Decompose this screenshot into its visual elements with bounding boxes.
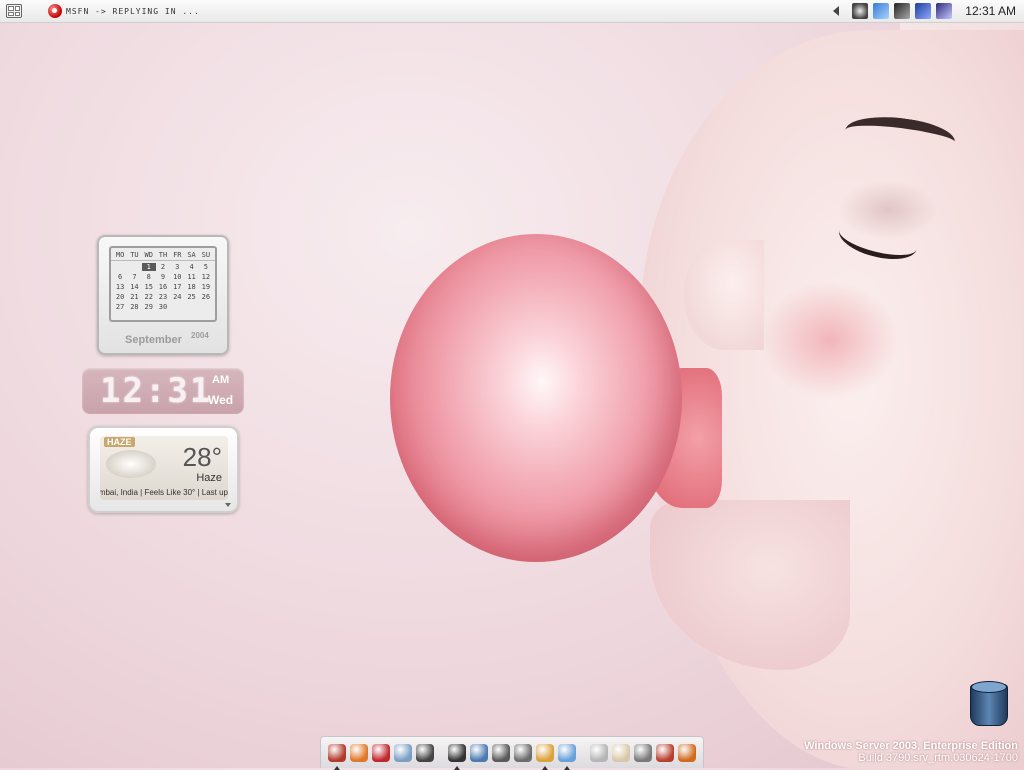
digital-clock-time: 12:31 (100, 371, 213, 411)
network-icon[interactable] (873, 3, 890, 19)
calendar-day[interactable]: 21 (127, 293, 141, 301)
weather-ticker: mbai, India | Feels Like 30° | Last up (100, 488, 228, 497)
calendar-day[interactable]: 7 (127, 273, 141, 281)
messenger-icon[interactable] (894, 3, 911, 19)
tools-icon[interactable] (634, 743, 652, 762)
recycle-bin-icon[interactable] (970, 681, 1008, 726)
calendar-weekday: SU (201, 251, 211, 259)
calendar-icon[interactable] (590, 743, 608, 762)
calendar-weekday: WD (144, 251, 153, 259)
calendar-month: September (125, 334, 182, 346)
calendar-widget[interactable]: MO TU WD TH FR SA SU 1 2 3 4 5 6 7 8 9 10 11 12 13 14 15 16 17… (97, 235, 229, 355)
calendar-day (113, 263, 127, 271)
haze-cloud-icon (106, 450, 156, 478)
wallpaper-nose (684, 240, 764, 350)
speaker-icon[interactable] (448, 743, 466, 770)
network-places-icon[interactable] (470, 743, 488, 762)
calendar-day[interactable]: 24 (170, 293, 184, 301)
media-reels-icon[interactable] (416, 743, 434, 762)
weather-options-caret-icon[interactable] (225, 503, 231, 507)
calendar-day[interactable]: 6 (113, 273, 127, 281)
calendar-day[interactable]: 2 (156, 263, 170, 271)
scroll-icon[interactable] (612, 743, 630, 762)
calendar-weekday-row: MO TU WD TH FR SA SU (111, 248, 215, 261)
calendar-day (184, 303, 198, 311)
calendar-day[interactable]: 27 (113, 303, 127, 311)
opera-icon (48, 4, 62, 18)
system-tray: 12:31 AM (833, 3, 1024, 19)
os-build: Build 3790.srv_rtm.030624-1700 (858, 752, 1018, 764)
snowman-icon[interactable] (558, 743, 576, 770)
folder-camera-icon[interactable] (492, 743, 510, 762)
weather-condition: Haze (196, 472, 222, 484)
firefox-icon[interactable] (350, 743, 368, 762)
os-edition: Windows Server 2003, Enterprise Edition (804, 740, 1018, 752)
calendar-day[interactable]: 11 (184, 273, 198, 281)
calendar-weekday: FR (173, 251, 182, 259)
calendar-weekday: TU (130, 251, 139, 259)
digital-clock-day: Wed (208, 393, 234, 407)
calendar-day[interactable]: 20 (113, 293, 127, 301)
wallpaper-chin (650, 500, 850, 670)
calendar-day[interactable]: 9 (156, 273, 170, 281)
calendar-day[interactable]: 12 (199, 273, 213, 281)
calendar-day[interactable]: 29 (142, 303, 156, 311)
taskbar-clock[interactable]: 12:31 AM (965, 4, 1016, 18)
display-icon[interactable] (915, 3, 932, 19)
tray-expand-arrow-icon[interactable] (833, 6, 840, 16)
calendar-day (170, 303, 184, 311)
top-taskbar: MSFN -> REPLYING IN ... 12:31 AM (0, 0, 1024, 23)
calendar-day[interactable]: 4 (184, 263, 198, 271)
calendar-day[interactable]: 3 (170, 263, 184, 271)
tools-icon[interactable] (936, 3, 953, 19)
wallpaper-cheek (760, 280, 900, 400)
digital-clock-ampm: AM (212, 374, 230, 386)
calendar-day (127, 263, 141, 271)
weather-panel: HAZE 28° Haze mbai, India | Feels Like 3… (100, 436, 228, 500)
calendar-day[interactable]: 30 (156, 303, 170, 311)
task-label: MSFN -> REPLYING IN ... (66, 6, 200, 16)
calendar-day (199, 303, 213, 311)
calendar-day[interactable]: 26 (199, 293, 213, 301)
calendar-day[interactable]: 14 (127, 283, 141, 291)
weather-widget[interactable]: HAZE 28° Haze mbai, India | Feels Like 3… (88, 426, 239, 513)
digital-clock-widget[interactable]: 12:31 AM Wed (82, 368, 244, 414)
taskbar-task-button[interactable]: MSFN -> REPLYING IN ... (48, 4, 200, 18)
flame-orb-icon[interactable] (678, 743, 696, 762)
alien-icon[interactable] (852, 3, 869, 19)
start-menu-button[interactable] (6, 4, 22, 18)
calendar-weekday: TH (158, 251, 168, 259)
os-version-watermark: Windows Server 2003, Enterprise Edition … (804, 740, 1018, 764)
calendar-day[interactable]: 1 (141, 263, 156, 271)
weather-temperature: 28° (182, 442, 222, 472)
firefox-orb-icon[interactable] (328, 743, 346, 770)
calendar-day[interactable]: 18 (184, 283, 198, 291)
paint-icon[interactable] (536, 743, 554, 770)
calendar-day[interactable]: 28 (127, 303, 141, 311)
calendar-day-grid: 1 2 3 4 5 6 7 8 9 10 11 12 13 14 15 16 17 18 19 20 21 22 23 24 2… (111, 261, 215, 313)
bottom-dock (320, 736, 704, 770)
calendar-day[interactable]: 10 (170, 273, 184, 281)
bottle-icon[interactable] (656, 743, 674, 762)
calendar-day[interactable]: 8 (142, 273, 156, 281)
weather-tag: HAZE (104, 437, 135, 447)
calendar-day[interactable]: 15 (142, 283, 156, 291)
calendar-day[interactable]: 19 (199, 283, 213, 291)
calendar-weekday: MO (115, 251, 125, 259)
start-grid-icon (8, 6, 14, 11)
calendar-day[interactable]: 23 (156, 293, 170, 301)
globe-icon[interactable] (394, 743, 412, 762)
wallpaper-gum-bubble (390, 234, 682, 562)
mail-icon[interactable] (372, 743, 390, 762)
calendar-day[interactable]: 17 (170, 283, 184, 291)
calendar-day[interactable]: 25 (184, 293, 198, 301)
calendar-weekday: SA (187, 251, 196, 259)
calendar-day[interactable]: 5 (199, 263, 213, 271)
calendar-day[interactable]: 16 (156, 283, 170, 291)
calendar-day[interactable]: 13 (113, 283, 127, 291)
calendar-year: 2004 (191, 331, 209, 340)
calendar-day[interactable]: 22 (142, 293, 156, 301)
calendar-screen: MO TU WD TH FR SA SU 1 2 3 4 5 6 7 8 9 10 11 12 13 14 15 16 17… (109, 246, 217, 322)
documents-icon[interactable] (514, 743, 532, 762)
